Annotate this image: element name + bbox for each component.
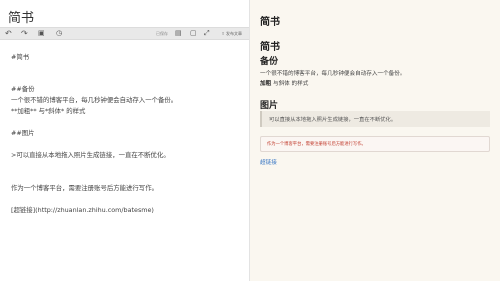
editor-toolbar: ↶ ↷ ▣ ◷ 已保存 ▤ ▢ ⤢ ⇪ 发布文章 xyxy=(0,27,249,40)
preview-link[interactable]: 超链接 xyxy=(260,158,277,166)
preview-format-text: 加粗 与斜体 的样式 xyxy=(260,79,308,87)
preview-h1: 简书 xyxy=(260,42,280,53)
publish-button[interactable]: ⇪ 发布文章 xyxy=(218,29,245,38)
save-status: 已保存 xyxy=(156,31,168,36)
doc-title[interactable]: 简书 xyxy=(8,7,34,26)
undo-icon[interactable]: ↶ xyxy=(5,29,12,38)
fullscreen-icon[interactable]: ⤢ xyxy=(204,29,210,38)
preview-backup-text: 一个很不错的博客平台，每几秒钟便会自动存入一个备份。 xyxy=(260,71,406,77)
redo-icon[interactable]: ↷ xyxy=(21,29,28,38)
preview-heading-image: 图片 xyxy=(260,101,279,111)
editor-pane: 简书 ↶ ↷ ▣ ◷ 已保存 ▤ ▢ ⤢ ⇪ 发布文章 #简书 ##备份 一个很… xyxy=(0,0,250,281)
code-text: 作为一个博客平台，需要注册账号后方能进行写作。 xyxy=(267,142,366,147)
blockquote-text: 可以直接从本地拖入照片生成链接，一直在不断优化。 xyxy=(269,117,397,123)
editor-line: 一个很不错的博客平台，每几秒钟便会自动存入一个备份。 xyxy=(11,96,178,104)
editor-line: #简书 xyxy=(11,53,30,61)
publish-label: 发布文章 xyxy=(226,31,242,36)
editor-line: [超链接](http://zhuanlan.zhihu.com/batesme) xyxy=(11,206,154,214)
editor-line: ##备份 xyxy=(11,85,35,93)
preview-code-block: 作为一个博客平台，需要注册账号后方能进行写作。 xyxy=(260,136,490,152)
editor-line: >可以直接从本地拖入照片生成链接，一直在不断优化。 xyxy=(11,151,170,159)
publish-icon: ⇪ xyxy=(221,31,225,36)
preview-bold: 加粗 xyxy=(260,81,272,87)
preview-blockquote: 可以直接从本地拖入照片生成链接，一直在不断优化。 xyxy=(260,111,490,127)
editor-line: **加粗** 与*斜体* 的样式 xyxy=(11,107,86,115)
preview-icon[interactable]: ▢ xyxy=(190,29,197,38)
preview-doc-title: 简书 xyxy=(260,17,280,28)
preview-italic: 与斜体 的样式 xyxy=(271,81,309,87)
preview-pane: 简书 简书 备份 一个很不错的博客平台，每几秒钟便会自动存入一个备份。 加粗 与… xyxy=(250,0,500,281)
save-icon[interactable]: ▤ xyxy=(175,29,182,38)
clock-icon[interactable]: ◷ xyxy=(56,29,62,38)
editor-line: ##图片 xyxy=(11,129,35,137)
editor-line: 作为一个博客平台，需要注册账号后方能进行写作。 xyxy=(11,184,158,192)
preview-heading-backup: 备份 xyxy=(260,57,279,67)
image-icon[interactable]: ▣ xyxy=(38,29,45,38)
